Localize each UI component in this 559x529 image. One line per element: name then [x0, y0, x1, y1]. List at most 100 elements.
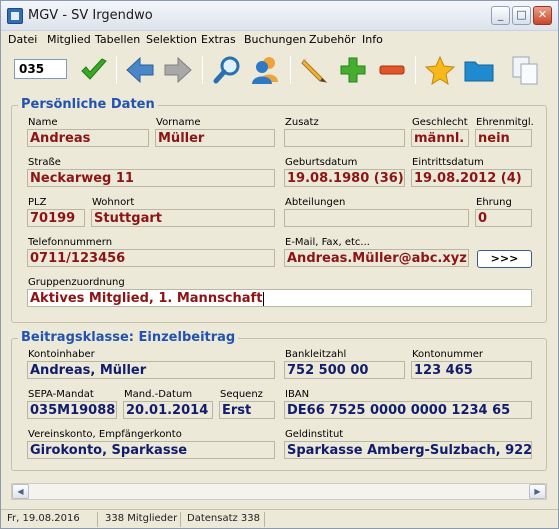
status-record: Datensatz 338 [187, 513, 261, 524]
kontonummer-label: Kontonummer [412, 349, 483, 360]
close-icon: ✕ [537, 8, 548, 21]
menu-buchungen[interactable]: Buchungen [244, 33, 306, 46]
search-button[interactable] [211, 54, 243, 86]
menu-selektion[interactable]: Selektion [146, 33, 197, 46]
sequenz-field[interactable]: Erst [219, 401, 275, 419]
toolbar [1, 50, 558, 90]
record-number-input[interactable] [14, 59, 67, 79]
menu-extras[interactable]: Extras [201, 33, 236, 46]
menu-zubehoer[interactable]: Zubehör [309, 33, 355, 46]
status-date: Fr, 19.08.2016 [7, 513, 80, 524]
toolbar-separator [116, 56, 117, 84]
more-contacts-button[interactable]: >>> [477, 250, 532, 268]
manddatum-label: Mand.-Datum [124, 389, 193, 400]
iban-field[interactable]: DE66 7525 0000 0000 1234 65 [284, 401, 532, 419]
menu-mitglied[interactable]: Mitglied [47, 33, 91, 46]
confirm-button[interactable] [78, 54, 110, 86]
kontonummer-field[interactable]: 123 465 [411, 361, 532, 379]
minimize-icon: _ [497, 8, 504, 21]
menu-datei[interactable]: Datei [8, 33, 37, 46]
minimize-button[interactable]: _ [491, 6, 510, 25]
next-record-button[interactable] [162, 54, 194, 86]
eintrittsdatum-label: Eintrittsdatum [412, 157, 484, 168]
blz-field[interactable]: 752 500 00 [284, 361, 405, 379]
previous-record-button[interactable] [124, 54, 156, 86]
zusatz-label: Zusatz [285, 117, 319, 128]
horizontal-scrollbar[interactable]: ◀ ▶ [11, 483, 547, 500]
title-bar[interactable]: MGV - SV Irgendwo _ □ ✕ [1, 1, 558, 31]
chevron-left-icon: ◀ [17, 487, 24, 496]
geldinstitut-label: Geldinstitut [285, 429, 344, 440]
scroll-left-button[interactable]: ◀ [12, 484, 29, 499]
kontoinhaber-field[interactable]: Andreas, Müller [27, 361, 275, 379]
personal-data-title: Persönliche Daten [18, 97, 158, 112]
telefon-label: Telefonnummern [28, 237, 113, 248]
copy-button[interactable] [509, 54, 541, 86]
chevron-right-icon: ▶ [534, 487, 541, 496]
name-field[interactable]: Andreas [27, 129, 149, 147]
vereinskonto-field[interactable]: Girokonto, Sparkasse [27, 441, 275, 459]
check-icon [81, 58, 107, 80]
zusatz-field[interactable] [284, 129, 405, 147]
vorname-field[interactable]: Müller [155, 129, 275, 147]
geschlecht-label: Geschlecht [412, 117, 468, 128]
manddatum-field[interactable]: 20.01.2014 [123, 401, 213, 419]
email-label: E-Mail, Fax, etc... [285, 237, 370, 248]
ehrenmitgl-label: Ehrenmitgl. [476, 117, 534, 128]
email-field[interactable]: Andreas.Müller@abc.xyz [284, 249, 469, 267]
window-title: MGV - SV Irgendwo [28, 8, 153, 23]
telefon-field[interactable]: 0711/123456 [27, 249, 275, 267]
toolbar-separator [202, 56, 203, 84]
scroll-right-button[interactable]: ▶ [529, 484, 546, 499]
arrow-left-icon [126, 56, 154, 84]
geschlecht-field[interactable]: männl. [411, 129, 469, 147]
close-button[interactable]: ✕ [533, 6, 552, 25]
add-button[interactable] [337, 54, 369, 86]
gruppe-field[interactable]: Aktives Mitglied, 1. Mannschaft [27, 289, 532, 307]
toolbar-separator [290, 56, 291, 84]
ehrung-field[interactable]: 0 [475, 209, 532, 227]
wohnort-field[interactable]: Stuttgart [91, 209, 275, 227]
member-button[interactable] [250, 54, 282, 86]
wohnort-label: Wohnort [92, 197, 135, 208]
gruppe-value: Aktives Mitglied, 1. Mannschaft [30, 291, 263, 306]
pencil-icon [301, 58, 328, 83]
maximize-icon: □ [516, 8, 527, 21]
sepa-label: SEPA-Mandat [28, 389, 94, 400]
status-members: 338 Mitglieder [105, 513, 178, 524]
status-separator [97, 512, 98, 527]
edit-button[interactable] [298, 54, 330, 86]
eintrittsdatum-field[interactable]: 19.08.2012 (4) [411, 169, 532, 187]
abteilungen-label: Abteilungen [285, 197, 346, 208]
abteilungen-field[interactable] [284, 209, 469, 227]
status-separator [264, 512, 265, 527]
plus-icon [340, 57, 366, 83]
plz-field[interactable]: 70199 [27, 209, 85, 227]
strasse-field[interactable]: Neckarweg 11 [27, 169, 275, 187]
search-icon [213, 56, 240, 84]
kontoinhaber-label: Kontoinhaber [28, 349, 95, 360]
toolbar-separator [415, 56, 416, 84]
folder-icon [464, 61, 494, 82]
star-icon [424, 55, 456, 86]
name-label: Name [28, 117, 58, 128]
geldinstitut-field[interactable]: Sparkasse Amberg-Sulzbach, 9220 [284, 441, 532, 459]
plz-label: PLZ [28, 197, 47, 208]
menu-info[interactable]: Info [362, 33, 383, 46]
geburtsdatum-field[interactable]: 19.08.1980 (36) [284, 169, 405, 187]
status-bar: Fr, 19.08.2016 338 Mitglieder Datensatz … [1, 509, 558, 528]
vorname-label: Vorname [156, 117, 201, 128]
remove-button[interactable] [376, 54, 408, 86]
copy-icon [512, 56, 538, 85]
app-icon [7, 8, 23, 24]
status-separator [180, 512, 181, 527]
ehrenmitgl-field[interactable]: nein [475, 129, 532, 147]
sepa-field[interactable]: 035M190880 [27, 401, 117, 419]
blz-label: Bankleitzahl [285, 349, 347, 360]
ehrung-label: Ehrung [476, 197, 512, 208]
favorite-button[interactable] [424, 54, 456, 86]
folder-button[interactable] [463, 54, 495, 86]
maximize-button[interactable]: □ [512, 6, 531, 25]
menu-bar: Datei Mitglied Tabellen Selektion Extras… [1, 31, 558, 49]
menu-tabellen[interactable]: Tabellen [95, 33, 140, 46]
